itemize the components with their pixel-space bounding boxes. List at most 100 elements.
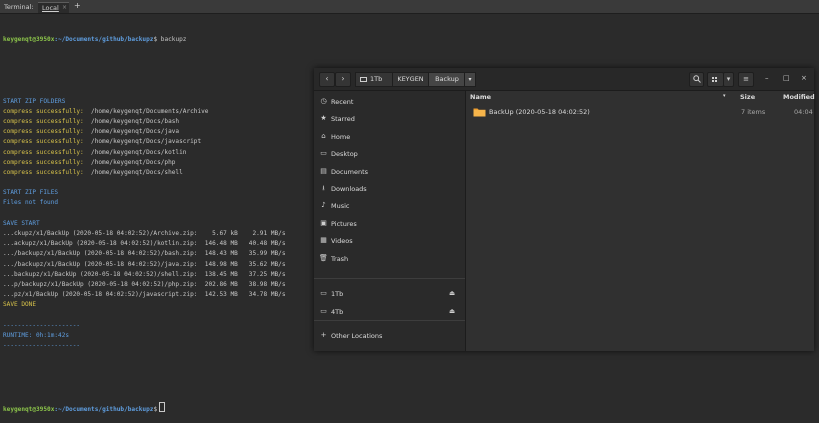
trash-icon: 🗑 — [319, 253, 328, 262]
terminal-text: SAVE DONE — [3, 301, 37, 309]
sidebar-item-home[interactable]: ⌂ Home — [314, 129, 465, 145]
terminal-text: compress successfully: — [3, 158, 84, 166]
terminal-output-lines: START ZIP FOLDERS compress successfully: … — [3, 97, 286, 352]
terminal-text: --------------------- — [3, 342, 81, 350]
terminal-text: /home/keygenqt/Docs/kotlin — [83, 148, 187, 156]
terminal-text: Files not found — [3, 199, 59, 207]
sidebar-item-trash[interactable]: 🗑 Trash — [314, 251, 465, 267]
file-manager-window: ‹ › 1Tb KEYGEN Backup ▾ ▾ ≡ – □ × ◷ Recen… — [314, 68, 815, 351]
breadcrumb-backup[interactable]: Backup — [428, 72, 466, 87]
terminal-text: SAVE START — [3, 219, 40, 227]
terminal-text: ...p/backupz/x1/BackUp (2020-05-18 04:02… — [3, 280, 286, 288]
view-toggle-button[interactable] — [707, 72, 724, 87]
terminal-output[interactable]: keygenqt@3950x:~/Documents/github/backup… — [3, 15, 286, 423]
terminal-text: ...ackupz/x1/BackUp (2020-05-18 04:02:52… — [3, 240, 286, 248]
menu-button[interactable]: ≡ — [738, 72, 754, 87]
starred-icon: ★ — [320, 114, 327, 123]
sidebar-item-label: Desktop — [331, 150, 358, 159]
sidebar-item-recent[interactable]: ◷ Recent — [314, 94, 465, 110]
terminal-current-prompt[interactable]: keygenqt@3950x:~/Documents/github/backup… — [3, 402, 286, 413]
column-modified[interactable]: Modified — [783, 93, 815, 101]
home-icon: ⌂ — [321, 131, 326, 140]
terminal-text: /home/keygenqt/Documents/Archive — [83, 107, 209, 115]
terminal-line: ...ckupz/x1/BackUp (2020-05-18 04:02:52)… — [3, 229, 286, 239]
breadcrumb-1tb[interactable]: 1Tb — [355, 72, 393, 87]
close-tab-icon[interactable]: × — [62, 4, 67, 11]
terminal-line: --------------------- — [3, 321, 286, 331]
sidebar-item-drive-4tb[interactable]: ▭ 4Tb ⏏ — [314, 304, 465, 320]
forward-button[interactable]: › — [335, 72, 351, 87]
chevron-down-icon: ▾ — [726, 75, 731, 83]
chevron-right-icon: › — [341, 74, 345, 83]
terminal-line: ...backupz/x1/BackUp (2020-05-18 04:02:5… — [3, 270, 286, 280]
terminal-text: compress successfully: — [3, 117, 84, 125]
terminal-text: /home/keygenqt/Docs/bash — [83, 117, 180, 125]
search-button[interactable] — [689, 72, 704, 87]
terminal-text: compress successfully: — [3, 107, 84, 115]
sidebar-item-videos[interactable]: ▦ Videos — [314, 233, 465, 249]
file-size: 7 items — [741, 108, 766, 116]
sidebar-item-desktop[interactable]: ▭ Desktop — [314, 146, 465, 162]
drive-icon: ▭ — [320, 289, 327, 297]
terminal-text: START ZIP FILES — [3, 189, 59, 197]
sidebar-item-label: Downloads — [331, 185, 367, 193]
terminal-line: START ZIP FILES — [3, 188, 286, 198]
terminal-line: --------------------- — [3, 341, 286, 351]
terminal-text: START ZIP FOLDERS — [3, 97, 66, 105]
sidebar-item-starred[interactable]: ★ Starred — [314, 111, 465, 127]
terminal-text: compress successfully: — [3, 148, 84, 156]
sidebar-item-pictures[interactable]: ▣ Pictures — [314, 216, 465, 232]
sidebar-divider — [314, 278, 465, 279]
text-cursor — [159, 402, 166, 413]
terminal-text: .../backupz/x1/BackUp (2020-05-18 04:02:… — [3, 250, 286, 258]
sidebar-item-label: Videos — [331, 237, 353, 246]
view-dropdown-button[interactable]: ▾ — [723, 72, 734, 87]
terminal-line: RUNTIME: 0h:1m:42s — [3, 331, 286, 341]
sidebar-item-label: Recent — [331, 98, 354, 106]
file-name: BackUp (2020-05-18 04:02:52) — [489, 108, 590, 116]
breadcrumb-keygen[interactable]: KEYGEN — [392, 72, 429, 87]
sidebar-item-documents[interactable]: ▤ Documents — [314, 164, 465, 180]
file-manager-header-bar: ‹ › 1Tb KEYGEN Backup ▾ ▾ ≡ – □ × — [314, 68, 814, 91]
prompt-path: :~/Documents/github/backupz — [54, 36, 154, 44]
sidebar-item-label: Documents — [331, 167, 369, 176]
sidebar-item-drive-1tb[interactable]: ▭ 1Tb ⏏ — [314, 286, 465, 302]
terminal-tab-bar: Terminal: Local × + — [0, 0, 819, 14]
sort-arrow-icon: ▾ — [723, 93, 726, 99]
column-size[interactable]: Size — [740, 93, 755, 101]
column-name[interactable]: Name — [470, 93, 491, 101]
hamburger-menu-icon: ≡ — [743, 75, 749, 83]
terminal-line: compress successfully: /home/keygenqt/Do… — [3, 107, 286, 117]
recent-icon: ◷ — [320, 97, 327, 105]
sidebar-item-other-locations[interactable]: + Other Locations — [314, 328, 465, 344]
terminal-line: .../backupz/x1/BackUp (2020-05-18 04:02:… — [3, 249, 286, 259]
file-list-view[interactable]: Name ▾ Size Modified BackUp (2020-05-18 … — [466, 91, 815, 351]
eject-icon[interactable]: ⏏ — [449, 289, 455, 297]
file-row[interactable]: BackUp (2020-05-18 04:02:52) 7 items 04:… — [466, 104, 814, 120]
eject-icon[interactable]: ⏏ — [449, 307, 455, 315]
sidebar-item-label: Music — [331, 202, 350, 211]
desktop-icon: ▭ — [320, 149, 327, 158]
plus-icon: + — [320, 331, 327, 339]
terminal-line: SAVE DONE — [3, 300, 286, 310]
drive-icon: ▭ — [320, 307, 327, 315]
terminal-tab-local[interactable]: Local × — [38, 2, 69, 13]
back-button[interactable]: ‹ — [319, 72, 335, 87]
minimize-button[interactable]: – — [765, 74, 769, 82]
sidebar-item-label: Starred — [331, 115, 355, 124]
close-button[interactable]: × — [801, 74, 807, 82]
terminal-title: Terminal: — [4, 3, 34, 11]
terminal-line: compress successfully: /home/keygenqt/Do… — [3, 168, 286, 178]
add-tab-icon[interactable]: + — [74, 1, 81, 10]
places-sidebar: ◷ Recent ★ Starred ⌂ Home ▭ Desktop ▤ Documents ⭳ D… — [314, 91, 466, 351]
sidebar-item-label: 1Tb — [331, 290, 344, 298]
breadcrumb-dropdown[interactable]: ▾ — [464, 72, 476, 87]
sidebar-item-downloads[interactable]: ⭳ Downloads — [314, 181, 465, 197]
terminal-text: /home/keygenqt/Docs/php — [83, 158, 176, 166]
sidebar-item-music[interactable]: ♪ Music — [314, 198, 465, 214]
maximize-button[interactable]: □ — [783, 74, 790, 82]
music-icon: ♪ — [321, 201, 326, 210]
